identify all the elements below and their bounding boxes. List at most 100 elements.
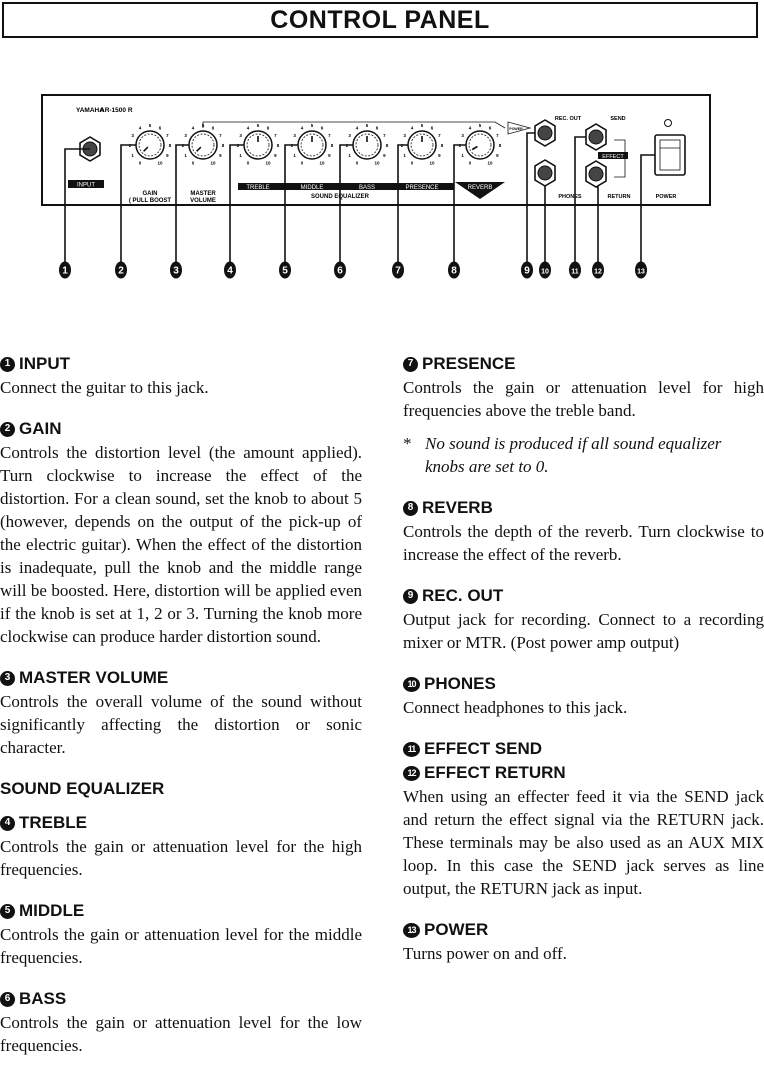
callout-marker: 8 <box>448 261 460 279</box>
note-mark: * <box>403 434 412 453</box>
callout-badge: 8 <box>403 500 418 516</box>
page-title: CONTROL PANEL <box>2 2 758 38</box>
callout-badge: 13 <box>403 922 420 938</box>
heading-reverb: 8 REVERB <box>403 496 764 520</box>
reverb-label: REVERB <box>468 185 493 191</box>
callout-badge: 10 <box>403 676 420 692</box>
middle-description: Controls the gain or attenuation level f… <box>0 925 362 967</box>
master-label: MASTER <box>190 191 216 197</box>
heading-text: POWER <box>424 920 489 939</box>
callout-number: 4 <box>227 266 233 277</box>
callout-number: 5 <box>282 266 288 277</box>
heading-bass: 6 BASS <box>0 987 362 1011</box>
callout-number: 11 <box>571 269 579 276</box>
return-jack[interactable] <box>585 160 607 188</box>
heading-text: MIDDLE <box>19 901 85 920</box>
effect-description: When using an effecter feed it via the S… <box>403 787 764 898</box>
note-text: No sound is produced if all sound equali… <box>425 434 722 476</box>
control-panel-diagram: YAMAHA AR-1500 R INPUT 012345678910 01234… <box>41 94 711 279</box>
callout-badge: 2 <box>0 421 15 437</box>
bass-label: BASS <box>359 185 375 191</box>
send-jack[interactable] <box>585 123 607 151</box>
callout-marker: 1 <box>59 261 71 279</box>
rec-out-jack[interactable] <box>534 119 556 147</box>
right-column: 7 PRESENCE Controls the gain or attenuati… <box>403 352 764 965</box>
heading-effect-return: 12 EFFECT RETURN <box>403 761 764 785</box>
scale-tick-label: 10 <box>265 160 271 165</box>
callout-badge: 12 <box>403 765 420 781</box>
heading-text: PHONES <box>424 674 496 693</box>
heading-effect-send: 11 EFFECT SEND <box>403 737 764 761</box>
callout-badge: 5 <box>0 903 15 919</box>
callout-badge: 6 <box>0 991 15 1007</box>
presence-note: * No sound is produced if all sound equal… <box>403 432 764 478</box>
gain-sublabel: ( PULL BOOST <box>129 198 172 204</box>
heading-text: TREBLE <box>19 813 87 832</box>
callout-marker: 2 <box>115 261 127 279</box>
phones-jack[interactable] <box>534 159 556 187</box>
callout-badge: 3 <box>0 670 15 686</box>
send-label: SEND <box>610 116 625 122</box>
gain-description: Controls the distortion level (the amoun… <box>0 443 362 646</box>
heading-text: REVERB <box>422 498 493 517</box>
heading-middle: 5 MIDDLE <box>0 899 362 923</box>
rec-out-label: REC. OUT <box>555 116 582 122</box>
heading-text: PRESENCE <box>422 354 516 373</box>
model-name: AR-1500 R <box>100 107 133 114</box>
power-led <box>664 119 672 127</box>
callout-number: 12 <box>594 269 602 276</box>
heading-phones: 10 PHONES <box>403 672 764 696</box>
input-description: Connect the guitar to this jack. <box>0 378 209 397</box>
phones-label: PHONES <box>558 194 582 200</box>
scale-tick-label: 10 <box>210 160 216 165</box>
scale-tick-label: 10 <box>374 160 380 165</box>
power-description: Turns power on and off. <box>403 944 567 963</box>
heading-presence: 7 PRESENCE <box>403 352 764 376</box>
heading-text: INPUT <box>19 354 70 373</box>
heading-rec-out: 9 REC. OUT <box>403 584 764 608</box>
callout-marker: 3 <box>170 261 182 279</box>
callout-marker: 10 <box>539 261 551 279</box>
heading-text: GAIN <box>19 419 62 438</box>
callout-number: 1 <box>62 266 68 277</box>
callout-marker: 4 <box>224 261 236 279</box>
left-column: 1 INPUT Connect the guitar to this jack. … <box>0 352 362 1057</box>
bass-description: Controls the gain or attenuation level f… <box>0 1013 362 1055</box>
callout-number: 2 <box>118 266 124 277</box>
power-label: POWER <box>656 194 677 200</box>
callout-badge: 7 <box>403 356 418 372</box>
middle-label: MIDDLE <box>301 185 324 191</box>
heading-input: 1 INPUT <box>0 352 362 376</box>
presence-label: PRESENCE <box>405 185 438 191</box>
heading-gain: 2 GAIN <box>0 417 362 441</box>
callout-marker: 7 <box>392 261 404 279</box>
callout-number: 10 <box>541 269 549 276</box>
treble-description: Controls the gain or attenuation level f… <box>0 837 362 879</box>
reverb-description: Controls the depth of the reverb. Turn c… <box>403 522 764 564</box>
scale-tick-label: 10 <box>487 160 493 165</box>
callout-badge: 1 <box>0 356 15 372</box>
callout-number: 7 <box>395 266 401 277</box>
power-switch[interactable] <box>654 134 686 176</box>
heading-text: EFFECT RETURN <box>424 763 566 782</box>
effect-label: EFFECT <box>602 154 624 160</box>
heading-treble: 4 TREBLE <box>0 811 362 835</box>
treble-label: TREBLE <box>246 185 269 191</box>
heading-text: MASTER VOLUME <box>19 668 169 687</box>
master-volume-description: Controls the overall volume of the sound… <box>0 692 362 757</box>
callout-marker: 11 <box>569 261 581 279</box>
callout-number: 8 <box>451 266 457 277</box>
callout-badge: 4 <box>0 815 15 831</box>
callout-badge: 11 <box>403 741 420 757</box>
phones-description: Connect headphones to this jack. <box>403 698 628 717</box>
callout-number: 13 <box>637 269 645 276</box>
rec-out-description: Output jack for recording. Connect to a … <box>403 610 764 652</box>
callout-marker: 6 <box>334 261 346 279</box>
callout-number: 3 <box>173 266 179 277</box>
heading-text: BASS <box>19 989 67 1008</box>
heading-master-volume: 3 MASTER VOLUME <box>0 666 362 690</box>
scale-tick-label: 10 <box>157 160 163 165</box>
callout-marker: 13 <box>635 261 647 279</box>
volume-label: VOLUME <box>190 198 216 204</box>
presence-description: Controls the gain or attenuation level f… <box>403 378 764 420</box>
